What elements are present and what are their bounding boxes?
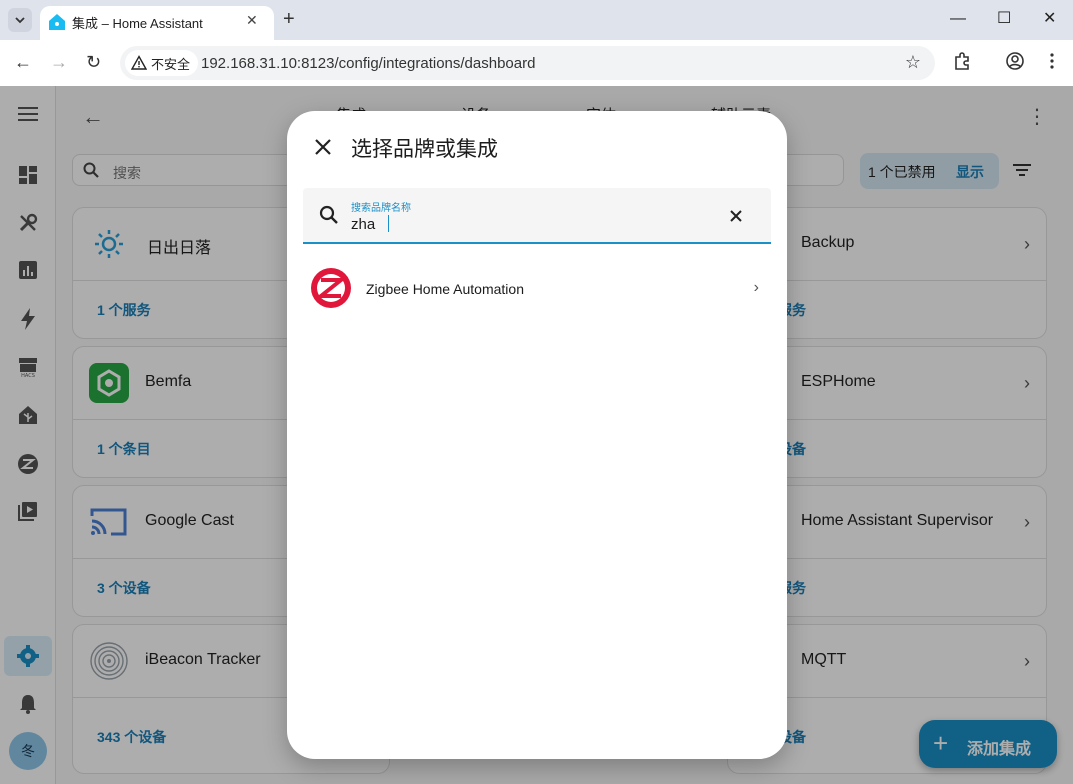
reload-icon[interactable]: ↻ <box>86 52 101 72</box>
url-text[interactable]: 192.168.31.10:8123/config/integrations/d… <box>201 55 535 72</box>
maximize-icon[interactable]: ☐ <box>997 10 1011 28</box>
brand-search-input[interactable] <box>351 214 711 234</box>
address-bar[interactable]: 不安全 192.168.31.10:8123/config/integratio… <box>120 46 935 80</box>
window-close-icon[interactable]: ✕ <box>1043 10 1056 28</box>
back-icon[interactable]: ← <box>14 52 32 72</box>
tab-title: 集成 – Home Assistant <box>72 16 203 31</box>
chevron-right-icon: › <box>753 279 759 296</box>
forward-icon[interactable]: → <box>50 52 68 72</box>
search-icon <box>319 205 338 224</box>
select-brand-dialog: 选择品牌或集成 搜索品牌名称 Zigbee Home Automation › <box>287 111 787 759</box>
zigbee-logo-icon <box>311 268 351 308</box>
chevron-down-icon <box>15 17 25 24</box>
browser-toolbar: ← → ↻ 不安全 192.168.31.10:8123/config/inte… <box>0 40 1073 86</box>
search-field-label: 搜索品牌名称 <box>351 203 411 214</box>
close-tab-icon[interactable]: ✕ <box>246 12 258 29</box>
security-chip[interactable]: 不安全 <box>125 50 199 76</box>
dialog-close-icon[interactable] <box>311 135 335 159</box>
search-result-item[interactable]: Zigbee Home Automation › <box>303 262 771 314</box>
profile-icon[interactable] <box>1005 51 1025 71</box>
new-tab-icon[interactable]: + <box>283 8 295 30</box>
browser-tab-bar: 集成 – Home Assistant ✕ + — ☐ ✕ <box>0 0 1073 40</box>
brand-search-field[interactable]: 搜索品牌名称 <box>303 188 771 244</box>
browser-menu-icon[interactable] <box>1042 51 1062 71</box>
minimize-icon[interactable]: — <box>950 10 966 28</box>
result-name: Zigbee Home Automation <box>366 281 524 297</box>
extensions-icon[interactable] <box>952 51 972 71</box>
dialog-title: 选择品牌或集成 <box>351 138 498 161</box>
browser-tab-active[interactable]: 集成 – Home Assistant ✕ <box>40 6 274 40</box>
warning-icon <box>131 55 147 70</box>
security-label: 不安全 <box>151 56 191 72</box>
clear-search-icon[interactable] <box>727 207 745 225</box>
tab-search-button[interactable] <box>8 8 32 32</box>
home-assistant-icon <box>49 14 65 30</box>
text-cursor <box>388 215 389 232</box>
bookmark-star-icon[interactable]: ☆ <box>905 52 921 73</box>
